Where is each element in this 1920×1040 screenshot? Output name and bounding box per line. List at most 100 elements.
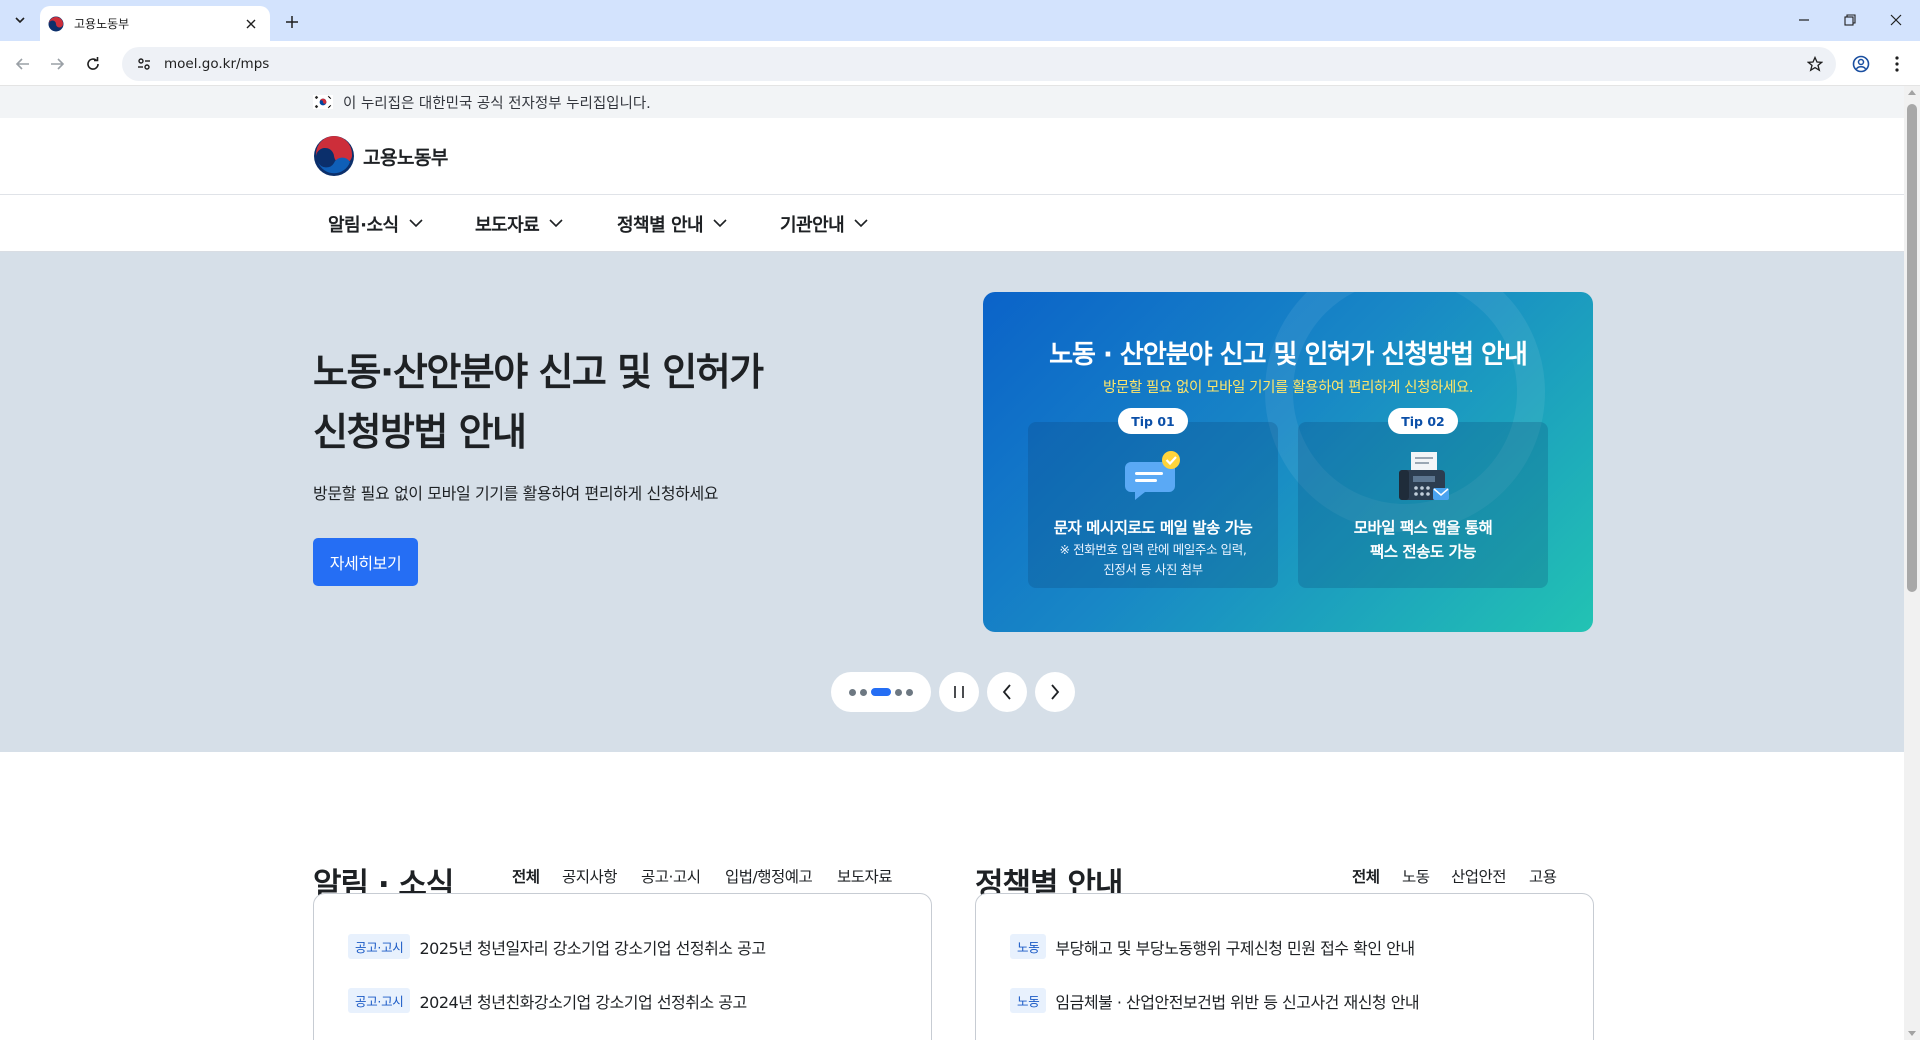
slider-dot-1[interactable] <box>849 688 856 696</box>
category-badge: 노동 <box>1010 988 1047 1013</box>
minimize-icon <box>1799 19 1809 21</box>
list-item[interactable]: 공고·고시 2025년 청년일자리 강소기업 강소기업 선정취소 공고 <box>348 934 766 959</box>
address-bar[interactable]: moel.go.kr/mps <box>122 47 1836 81</box>
list-item[interactable]: 노동 부당해고 및 부당노동행위 구제신청 민원 접수 확인 안내 <box>1010 934 1415 959</box>
chevron-down-icon <box>409 219 423 228</box>
category-badge: 노동 <box>1010 934 1047 959</box>
browser-menu-button[interactable] <box>1884 51 1910 77</box>
slider-next-button[interactable] <box>1035 672 1075 712</box>
taegeuk-logo-icon <box>314 136 354 176</box>
hero-title: 노동·산안분야 신고 및 인허가 신청방법 안내 <box>313 342 873 462</box>
hero-detail-button[interactable]: 자세히보기 <box>313 538 418 586</box>
hero-title-line2: 신청방법 안내 <box>313 410 527 454</box>
minimize-window-button[interactable] <box>1784 6 1824 34</box>
close-icon <box>1890 14 1902 26</box>
new-tab-button[interactable] <box>280 10 304 34</box>
slider-dot-2[interactable] <box>860 688 867 696</box>
page-viewport: 이 누리집은 대한민국 공식 전자정부 누리집입니다. 고용노동부 알림·소식 … <box>0 86 1904 1040</box>
promo-banner-image[interactable]: 노동 · 산안분야 신고 및 인허가 신청방법 안내 방문할 필요 없이 모바일… <box>983 292 1593 632</box>
korea-flag-icon <box>313 95 333 109</box>
tip-card-1: Tip 01 문자 메시지로도 메일 발송 가능 ※ 전화번호 입력 란에 메일… <box>1028 408 1278 588</box>
arrow-left-icon <box>15 58 29 70</box>
gov-official-banner: 이 누리집은 대한민국 공식 전자정부 누리집입니다. <box>0 86 1904 118</box>
reload-button[interactable] <box>80 51 106 77</box>
tip-note-line1: ※ 전화번호 입력 란에 메일주소 입력, <box>1059 542 1247 557</box>
category-badge: 공고·고시 <box>348 988 411 1013</box>
gnb-item-about[interactable]: 기관안내 <box>780 195 868 252</box>
close-window-button[interactable] <box>1876 6 1916 34</box>
account-circle-icon <box>1852 55 1870 73</box>
list-item-title[interactable]: 임금체불 · 산업안전보건법 위반 등 신고사건 재신청 안내 <box>1055 989 1419 1013</box>
chevron-down-icon <box>549 219 563 228</box>
tip-main-line2: 팩스 전송도 가능 <box>1369 543 1477 561</box>
slider-dot-4[interactable] <box>895 688 902 696</box>
gnb-item-label: 보도자료 <box>475 214 540 236</box>
slider-pagination <box>831 672 931 712</box>
site-info-button[interactable] <box>134 54 154 74</box>
moel-favicon-icon <box>48 16 64 31</box>
tip-card-2: Tip 02 모바일 팩스 앱을 통해 팩스 전송도 가능 <box>1298 408 1548 588</box>
restore-icon <box>1844 14 1856 26</box>
scroll-up-arrow-icon[interactable] <box>1908 90 1916 95</box>
profile-button[interactable] <box>1848 51 1874 77</box>
site-logo-link[interactable]: 고용노동부 <box>313 135 448 177</box>
page-scrollbar[interactable] <box>1904 86 1920 1040</box>
slider-prev-button[interactable] <box>987 672 1027 712</box>
tune-icon <box>138 58 150 70</box>
bookmark-button[interactable] <box>1800 49 1830 79</box>
slider-dot-3[interactable] <box>871 688 891 696</box>
hero-visual: 노동·산안분야 신고 및 인허가 신청방법 안내 방문할 필요 없이 모바일 기… <box>0 252 1904 752</box>
tab-search-button[interactable] <box>8 8 32 32</box>
fax-machine-icon <box>1399 452 1449 500</box>
tip-pill: Tip 02 <box>1388 408 1458 434</box>
gnb-item-policy[interactable]: 정책별 안내 <box>617 195 727 252</box>
tip-note: ※ 전화번호 입력 란에 메일주소 입력, 진정서 등 사진 첨부 <box>1028 540 1278 580</box>
list-item-title[interactable]: 2025년 청년일자리 강소기업 강소기업 선정취소 공고 <box>419 935 766 959</box>
slider-dot-5[interactable] <box>906 688 913 696</box>
star-icon <box>1807 56 1823 72</box>
chevron-right-icon <box>1051 684 1060 700</box>
tab-close-button[interactable] <box>242 15 260 33</box>
arrow-right-icon <box>51 58 65 70</box>
browser-tab-active[interactable]: 고용노동부 <box>40 6 270 41</box>
news-list: 공고·고시 2025년 청년일자리 강소기업 강소기업 선정취소 공고 공고·고… <box>313 893 932 1040</box>
chevron-down-icon <box>854 219 868 228</box>
tip-main-text: 모바일 팩스 앱을 통해 팩스 전송도 가능 <box>1298 516 1548 564</box>
more-vertical-icon <box>1895 56 1899 72</box>
chevron-left-icon <box>1002 684 1011 700</box>
hero-subtitle: 방문할 필요 없이 모바일 기기를 활용하여 편리하게 신청하세요 <box>313 484 719 503</box>
scroll-thumb[interactable] <box>1907 104 1917 592</box>
back-button[interactable] <box>10 51 36 77</box>
close-icon <box>246 19 256 28</box>
url-text[interactable]: moel.go.kr/mps <box>164 56 1800 72</box>
gnb-item-news[interactable]: 알림·소식 <box>328 195 423 252</box>
browser-toolbar: moel.go.kr/mps <box>0 41 1920 86</box>
site-header: 고용노동부 <box>0 118 1904 195</box>
hero-title-line1: 노동·산안분야 신고 및 인허가 <box>313 350 764 394</box>
slider-pause-button[interactable] <box>939 672 979 712</box>
restore-window-button[interactable] <box>1830 6 1870 34</box>
category-badge: 공고·고시 <box>348 934 411 959</box>
tip-pill: Tip 01 <box>1118 408 1188 434</box>
plus-icon <box>286 16 298 28</box>
banner-title: 노동 · 산안분야 신고 및 인허가 신청방법 안내 <box>1049 340 1528 370</box>
gnb-item-label: 알림·소식 <box>328 214 399 236</box>
banner-subtitle: 방문할 필요 없이 모바일 기기를 활용하여 편리하게 신청하세요. <box>1102 380 1474 396</box>
list-item[interactable]: 노동 임금체불 · 산업안전보건법 위반 등 신고사건 재신청 안내 <box>1010 988 1420 1013</box>
chevron-down-icon <box>15 17 25 24</box>
tip-note-line2: 진정서 등 사진 첨부 <box>1103 562 1203 577</box>
gnb-item-press[interactable]: 보도자료 <box>475 195 563 252</box>
list-item-title[interactable]: 2024년 청년친화강소기업 강소기업 선정취소 공고 <box>419 989 747 1013</box>
gov-banner-text: 이 누리집은 대한민국 공식 전자정부 누리집입니다. <box>343 95 651 112</box>
scroll-down-arrow-icon[interactable] <box>1908 1031 1916 1036</box>
forward-button[interactable] <box>44 51 70 77</box>
gnb-item-label: 정책별 안내 <box>617 214 704 236</box>
list-item[interactable]: 공고·고시 2024년 청년친화강소기업 강소기업 선정취소 공고 <box>348 988 747 1013</box>
tab-title: 고용노동부 <box>74 17 130 31</box>
pause-icon <box>954 686 964 698</box>
policy-list: 노동 부당해고 및 부당노동행위 구제신청 민원 접수 확인 안내 노동 임금체… <box>975 893 1594 1040</box>
chat-message-icon <box>1125 451 1180 500</box>
tip-main-text: 문자 메시지로도 메일 발송 가능 <box>1053 519 1253 537</box>
list-item-title[interactable]: 부당해고 및 부당노동행위 구제신청 민원 접수 확인 안내 <box>1055 935 1415 959</box>
browser-tab-strip: 고용노동부 <box>0 0 1920 41</box>
